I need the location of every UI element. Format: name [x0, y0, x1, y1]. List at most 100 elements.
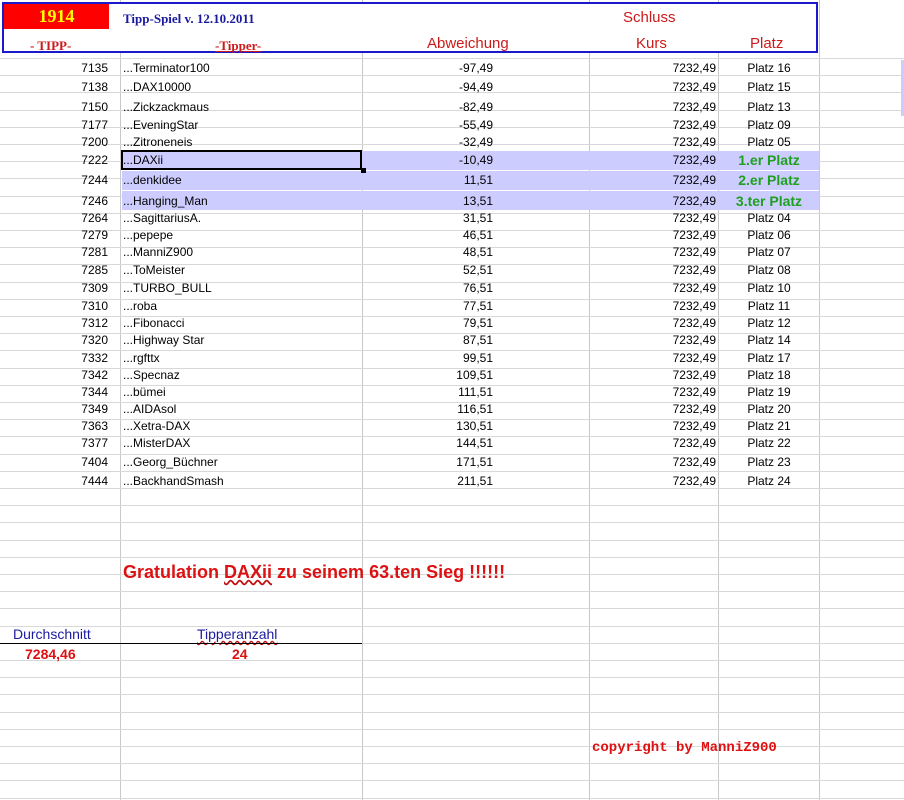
abweichung-cell[interactable]: 76,51: [380, 280, 493, 297]
abweichung-cell[interactable]: 11,51: [380, 172, 493, 189]
tipper-cell[interactable]: ...MisterDAX: [123, 435, 359, 452]
abweichung-cell[interactable]: 79,51: [380, 315, 493, 332]
platz-cell[interactable]: 2.er Platz: [720, 172, 818, 189]
abweichung-cell[interactable]: 31,51: [380, 210, 493, 227]
kurs-cell[interactable]: 7232,49: [600, 367, 716, 384]
kurs-cell[interactable]: 7232,49: [600, 332, 716, 349]
platz-cell[interactable]: Platz 06: [720, 227, 818, 244]
game-number-cell[interactable]: 1914: [4, 4, 109, 29]
kurs-cell[interactable]: 7232,49: [600, 280, 716, 297]
tipper-cell[interactable]: ...ManniZ900: [123, 244, 359, 261]
platz-cell[interactable]: Platz 17: [720, 350, 818, 367]
kurs-cell[interactable]: 7232,49: [600, 227, 716, 244]
platz-cell[interactable]: Platz 08: [720, 262, 818, 279]
abweichung-cell[interactable]: 13,51: [380, 193, 493, 210]
tipp-cell[interactable]: 7244: [40, 172, 108, 189]
col-header-kurs[interactable]: Kurs: [636, 35, 667, 52]
game-title[interactable]: Tipp-Spiel v. 12.10.2011: [123, 10, 255, 27]
tipp-cell[interactable]: 7281: [40, 244, 108, 261]
fill-handle[interactable]: [361, 168, 366, 173]
kurs-cell[interactable]: 7232,49: [600, 262, 716, 279]
platz-cell[interactable]: 1.er Platz: [720, 152, 818, 169]
tipper-cell[interactable]: ...AIDAsol: [123, 401, 359, 418]
tipper-cell[interactable]: ...Zickzackmaus: [123, 99, 359, 116]
tipp-cell[interactable]: 7135: [40, 60, 108, 77]
kurs-cell[interactable]: 7232,49: [600, 384, 716, 401]
tipper-cell[interactable]: ...TURBO_BULL: [123, 280, 359, 297]
kurs-cell[interactable]: 7232,49: [600, 193, 716, 210]
tipp-cell[interactable]: 7344: [40, 384, 108, 401]
platz-cell[interactable]: Platz 15: [720, 79, 818, 96]
tipper-cell[interactable]: ...denkidee: [123, 172, 359, 189]
platz-cell[interactable]: Platz 11: [720, 298, 818, 315]
tipper-cell[interactable]: ...Zitroneneis: [123, 134, 359, 151]
tipp-cell[interactable]: 7264: [40, 210, 108, 227]
tipper-cell[interactable]: ...Terminator100: [123, 60, 359, 77]
platz-cell[interactable]: Platz 18: [720, 367, 818, 384]
kurs-cell[interactable]: 7232,49: [600, 473, 716, 490]
kurs-cell[interactable]: 7232,49: [600, 210, 716, 227]
tipp-cell[interactable]: 7285: [40, 262, 108, 279]
tipp-cell[interactable]: 7246: [40, 193, 108, 210]
platz-cell[interactable]: Platz 20: [720, 401, 818, 418]
abweichung-cell[interactable]: 99,51: [380, 350, 493, 367]
kurs-cell[interactable]: 7232,49: [600, 79, 716, 96]
platz-cell[interactable]: Platz 10: [720, 280, 818, 297]
platz-cell[interactable]: Platz 19: [720, 384, 818, 401]
abweichung-cell[interactable]: 52,51: [380, 262, 493, 279]
schluss-label[interactable]: Schluss: [623, 9, 676, 26]
abweichung-cell[interactable]: 87,51: [380, 332, 493, 349]
abweichung-cell[interactable]: -32,49: [380, 134, 493, 151]
tipper-cell[interactable]: ...BackhandSmash: [123, 473, 359, 490]
kurs-cell[interactable]: 7232,49: [600, 244, 716, 261]
tipp-cell[interactable]: 7312: [40, 315, 108, 332]
abweichung-cell[interactable]: -82,49: [380, 99, 493, 116]
platz-cell[interactable]: 3.ter Platz: [720, 193, 818, 210]
platz-cell[interactable]: Platz 23: [720, 454, 818, 471]
kurs-cell[interactable]: 7232,49: [600, 99, 716, 116]
abweichung-cell[interactable]: -97,49: [380, 60, 493, 77]
tipp-cell[interactable]: 7279: [40, 227, 108, 244]
platz-cell[interactable]: Platz 05: [720, 134, 818, 151]
active-cell-selection[interactable]: [121, 150, 362, 170]
tipp-cell[interactable]: 7138: [40, 79, 108, 96]
platz-cell[interactable]: Platz 09: [720, 117, 818, 134]
col-header-platz[interactable]: Platz: [750, 35, 783, 52]
abweichung-cell[interactable]: 116,51: [380, 401, 493, 418]
kurs-cell[interactable]: 7232,49: [600, 60, 716, 77]
abweichung-cell[interactable]: 109,51: [380, 367, 493, 384]
kurs-cell[interactable]: 7232,49: [600, 134, 716, 151]
kurs-cell[interactable]: 7232,49: [600, 350, 716, 367]
tipper-cell[interactable]: ...Highway Star: [123, 332, 359, 349]
tipper-cell[interactable]: ...rgfttx: [123, 350, 359, 367]
tipper-cell[interactable]: ...EveningStar: [123, 117, 359, 134]
platz-cell[interactable]: Platz 21: [720, 418, 818, 435]
abweichung-cell[interactable]: 211,51: [380, 473, 493, 490]
platz-cell[interactable]: Platz 04: [720, 210, 818, 227]
tipp-cell[interactable]: 7309: [40, 280, 108, 297]
tipp-cell[interactable]: 7177: [40, 117, 108, 134]
tipp-cell[interactable]: 7404: [40, 454, 108, 471]
tipper-cell[interactable]: ...pepepe: [123, 227, 359, 244]
kurs-cell[interactable]: 7232,49: [600, 454, 716, 471]
tipper-cell[interactable]: ...bümei: [123, 384, 359, 401]
col-header-tipper[interactable]: -Tipper-: [215, 37, 261, 54]
kurs-cell[interactable]: 7232,49: [600, 152, 716, 169]
tipper-cell[interactable]: ...ToMeister: [123, 262, 359, 279]
kurs-cell[interactable]: 7232,49: [600, 172, 716, 189]
tipper-cell[interactable]: ...SagittariusA.: [123, 210, 359, 227]
tipp-cell[interactable]: 7332: [40, 350, 108, 367]
tipper-cell[interactable]: ...Hanging_Man: [123, 193, 359, 210]
tipper-cell[interactable]: ...Specnaz: [123, 367, 359, 384]
platz-cell[interactable]: Platz 24: [720, 473, 818, 490]
tipp-cell[interactable]: 7444: [40, 473, 108, 490]
tipp-cell[interactable]: 7200: [40, 134, 108, 151]
abweichung-cell[interactable]: -94,49: [380, 79, 493, 96]
tipper-cell[interactable]: ...DAX10000: [123, 79, 359, 96]
kurs-cell[interactable]: 7232,49: [600, 298, 716, 315]
tipp-cell[interactable]: 7150: [40, 99, 108, 116]
tipper-count-value[interactable]: 24: [232, 646, 248, 662]
tipp-cell[interactable]: 7363: [40, 418, 108, 435]
average-label[interactable]: Durchschnitt: [13, 626, 91, 642]
tipp-cell[interactable]: 7349: [40, 401, 108, 418]
